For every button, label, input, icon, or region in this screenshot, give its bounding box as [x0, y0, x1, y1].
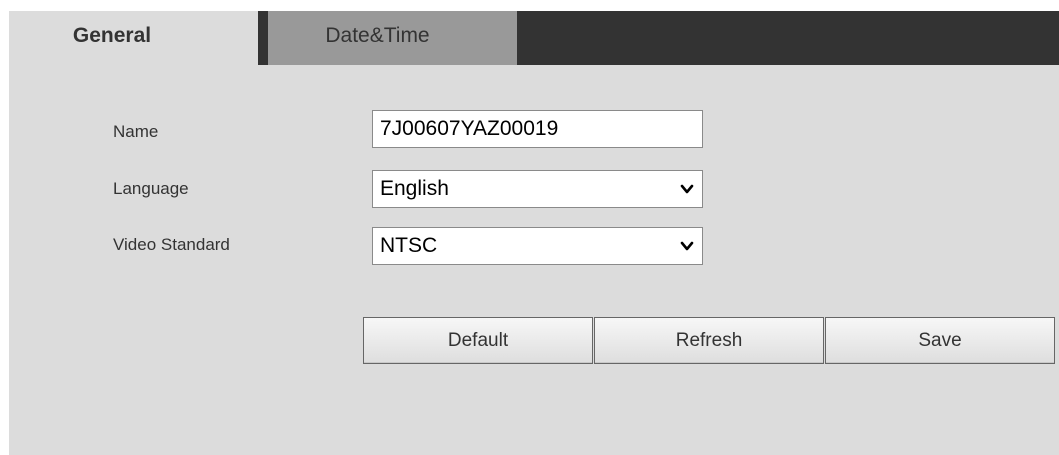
tab-bar: General Date&Time — [9, 11, 1059, 65]
language-label: Language — [113, 179, 189, 198]
video-standard-select[interactable]: NTSC — [372, 227, 703, 265]
save-button[interactable]: Save — [825, 317, 1055, 364]
name-label: Name — [113, 122, 159, 141]
chevron-down-icon — [680, 241, 694, 251]
name-input[interactable]: 7J00607YAZ00019 — [372, 110, 703, 148]
general-settings-panel: General Date&Time Name 7J00607YAZ00019 L… — [9, 11, 1059, 455]
video-standard-select-value: NTSC — [380, 234, 438, 257]
language-select-value: English — [380, 177, 449, 200]
refresh-button[interactable]: Refresh — [594, 317, 824, 364]
language-select[interactable]: English — [372, 170, 703, 208]
chevron-down-icon — [680, 184, 694, 194]
default-button[interactable]: Default — [363, 317, 593, 364]
video-standard-label: Video Standard — [113, 235, 230, 254]
tab-general[interactable]: General — [9, 11, 258, 65]
tab-date-time[interactable]: Date&Time — [268, 11, 517, 65]
